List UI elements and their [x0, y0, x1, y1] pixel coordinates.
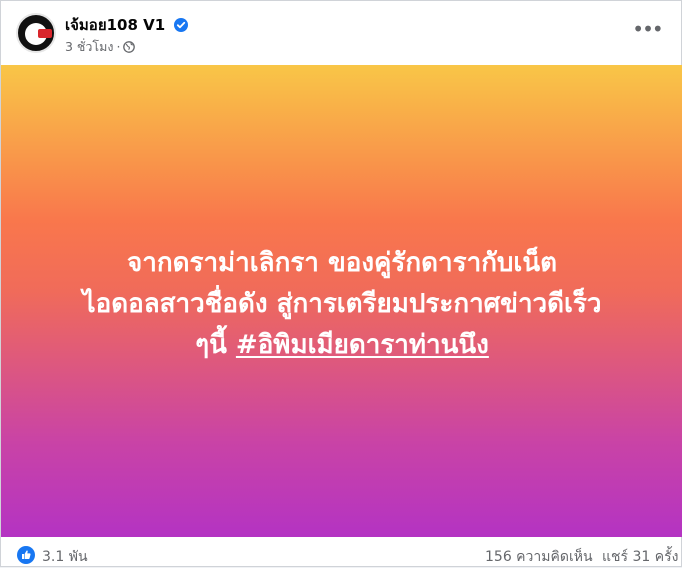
post-footer: 3.1 พัน 156 ความคิดเห็น แชร์ 31 ครั้ง: [1, 537, 682, 568]
post-header: เจ้มอย108 V1 3 ชั่วโมง · •••: [1, 1, 682, 65]
banner-line-2: ไอดอลสาวชื่อดัง สู่การเตรียมประกาศข่าวดี…: [82, 289, 602, 319]
avatar[interactable]: [16, 13, 56, 53]
post-timestamp[interactable]: 3 ชั่วโมง: [65, 39, 114, 54]
post-meta: 3 ชั่วโมง ·: [65, 37, 136, 57]
author-name[interactable]: เจ้มอย108 V1: [65, 13, 189, 37]
post-banner: จากดราม่าเลิกรา ของคู่รักดารากับเน็ต ไอด…: [1, 65, 682, 537]
shares-count[interactable]: แชร์ 31 ครั้ง: [602, 546, 678, 568]
thumbs-up-icon: [22, 550, 31, 559]
banner-text: จากดราม่าเลิกรา ของคู่รักดารากับเน็ต ไอด…: [41, 243, 643, 366]
reaction-count[interactable]: 3.1 พัน: [42, 546, 88, 568]
hashtag-link[interactable]: #อิพิมเมียดาราท่านนึง: [236, 330, 489, 360]
globe-icon[interactable]: [123, 41, 136, 53]
author-name-text[interactable]: เจ้มอย108 V1: [65, 16, 165, 34]
post-card: เจ้มอย108 V1 3 ชั่วโมง · ••• จากดราม่าเลิ…: [0, 0, 682, 567]
comments-count[interactable]: 156 ความคิดเห็น: [485, 546, 593, 568]
like-icon[interactable]: [17, 546, 35, 564]
more-options-icon[interactable]: •••: [629, 19, 665, 47]
avatar-badge: [38, 29, 52, 38]
verified-badge-icon: [174, 18, 189, 32]
banner-line-3-prefix: ๆนี้: [195, 330, 236, 360]
banner-line-3: ๆนี้ #อิพิมเมียดาราท่านนึง: [41, 325, 643, 366]
meta-separator: ·: [116, 39, 121, 54]
banner-line-1: จากดราม่าเลิกรา ของคู่รักดารากับเน็ต: [127, 248, 557, 278]
